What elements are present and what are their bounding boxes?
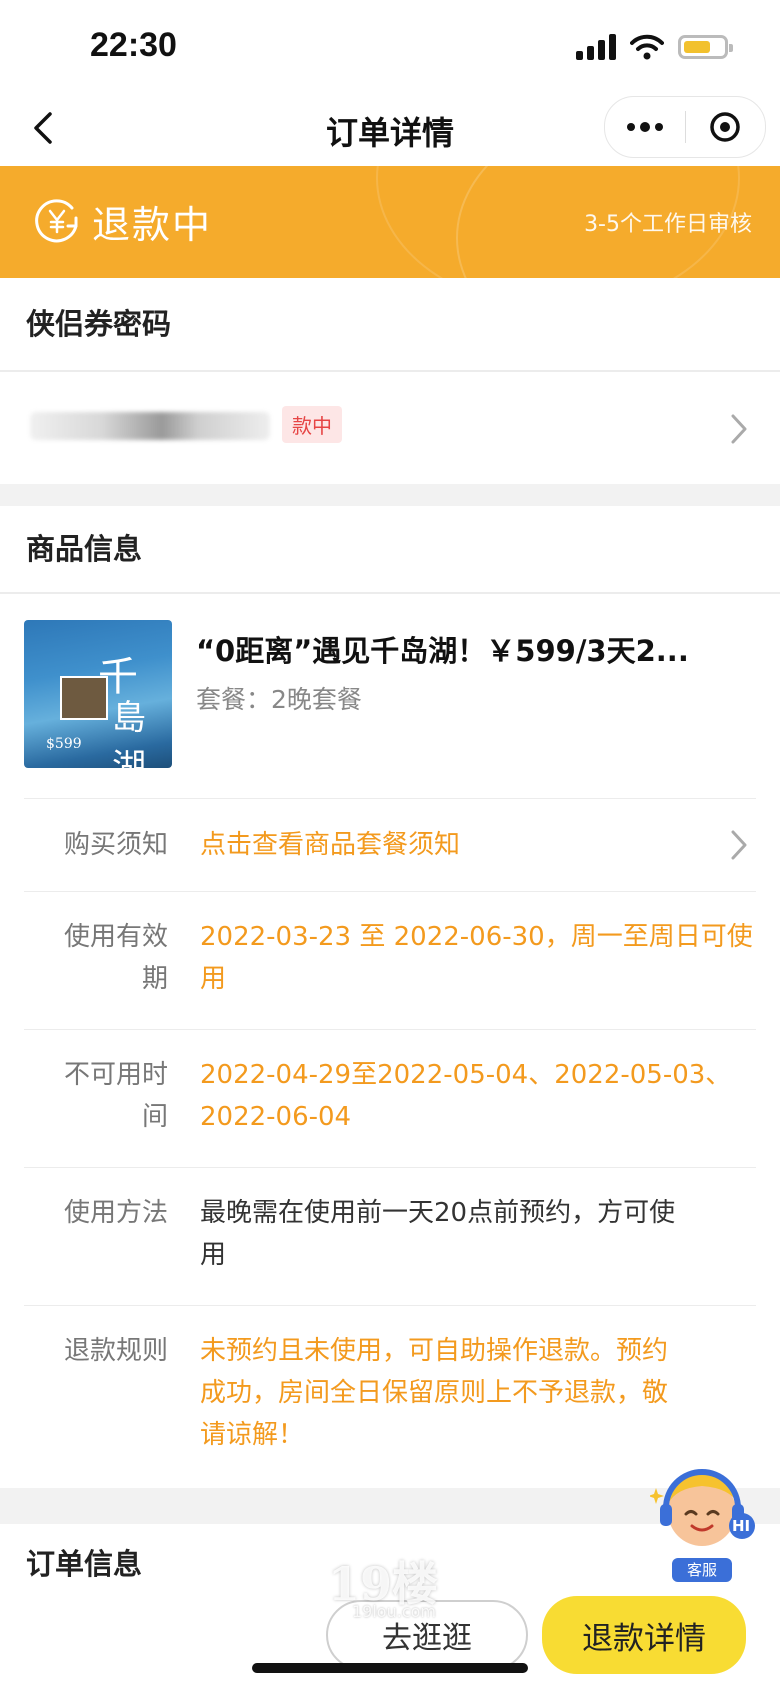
product-thumbnail: 千 島湖 $599 (24, 620, 172, 768)
detail-value: 未预约且未使用，可自助操作退款。预约成功，房间全日保留原则上不予退款，敬请谅解！ (200, 1336, 669, 1450)
detail-row-purchase-notice[interactable]: 购买须知 点击查看商品套餐须知 (0, 798, 780, 892)
close-miniprogram-button[interactable] (686, 97, 766, 157)
detail-label: 使用方法 (63, 1198, 168, 1228)
nav-bar: 订单详情 (0, 90, 780, 166)
redacted-coupon-code (30, 412, 270, 440)
watermark-url: 19lou.com (352, 1602, 436, 1621)
wifi-icon (630, 34, 664, 60)
status-time: 22:30 (90, 26, 177, 64)
product-card[interactable]: 千 島湖 $599 “0距离”遇见千岛湖！￥599/3天2... 套餐：2晚套餐 (0, 594, 780, 798)
coupon-code-section: 侠侣券密码 (0, 278, 780, 370)
detail-row-refund-rules: 退款规则 未预约且未使用，可自助操作退款。预约成功，房间全日保留原则上不予退款，… (0, 1306, 780, 1486)
detail-row-unavailable-dates: 不可用时间 2022-04-29至2022-05-04、2022-05-03、2… (0, 1030, 780, 1168)
detail-value: 2022-03-23 至 2022-06-30，周一至周日可使用 (200, 922, 753, 994)
coupon-status-tag: 款中 (282, 406, 342, 443)
detail-value: 最晚需在使用前一天20点前预约，方可使用 (200, 1198, 676, 1270)
coupon-section-title: 侠侣券密码 (26, 307, 172, 341)
cs-label: 客服 (672, 1558, 732, 1582)
detail-label: 退款规则 (63, 1336, 168, 1366)
customer-service-button[interactable]: HI 客服 (648, 1464, 760, 1586)
detail-label: 使用有效期 (63, 922, 168, 994)
cellular-signal-icon (576, 34, 616, 60)
chevron-right-icon (731, 830, 747, 860)
target-close-icon (710, 112, 740, 142)
product-package: 套餐：2晚套餐 (196, 685, 362, 714)
detail-label: 购买须知 (63, 830, 168, 860)
status-icons (576, 30, 733, 64)
refund-yen-icon (35, 199, 78, 243)
detail-value-link[interactable]: 点击查看商品套餐须知 (200, 824, 760, 866)
status-bar: 22:30 (0, 0, 780, 90)
refund-detail-button[interactable]: 退款详情 (542, 1596, 746, 1674)
product-info-header: 商品信息 (0, 506, 780, 592)
thumbnail-price: $599 (46, 736, 82, 752)
more-dots-icon (626, 122, 663, 132)
more-button[interactable] (605, 97, 685, 157)
review-time-note: 3-5个工作日审核 (584, 212, 752, 237)
miniprogram-capsule (604, 96, 766, 158)
refund-status-text: 退款中 (92, 203, 213, 247)
refund-status-banner: 退款中 3-5个工作日审核 (0, 166, 780, 278)
battery-icon (678, 35, 733, 59)
detail-row-valid-period: 使用有效期 2022-03-23 至 2022-06-30，周一至周日可使用 (0, 892, 780, 1030)
product-details: 购买须知 点击查看商品套餐须知 使用有效期 2022-03-23 至 2022-… (0, 798, 780, 1488)
customer-service-avatar-icon (648, 1469, 755, 1546)
thumbnail-text: 島湖 (112, 698, 146, 768)
product-name: “0距离”遇见千岛湖！￥599/3天2... (196, 634, 689, 668)
detail-value: 2022-04-29至2022-05-04、2022-05-03、2022-06… (200, 1060, 732, 1132)
cs-greeting: HI (732, 1517, 751, 1535)
home-indicator (252, 1663, 528, 1673)
detail-label: 不可用时间 (63, 1060, 168, 1132)
detail-row-usage-method: 使用方法 最晚需在使用前一天20点前预约，方可使用 (0, 1168, 780, 1306)
chevron-right-icon (731, 414, 747, 444)
coupon-code-row[interactable]: 款中 (0, 372, 780, 484)
product-section-title: 商品信息 (26, 532, 143, 566)
